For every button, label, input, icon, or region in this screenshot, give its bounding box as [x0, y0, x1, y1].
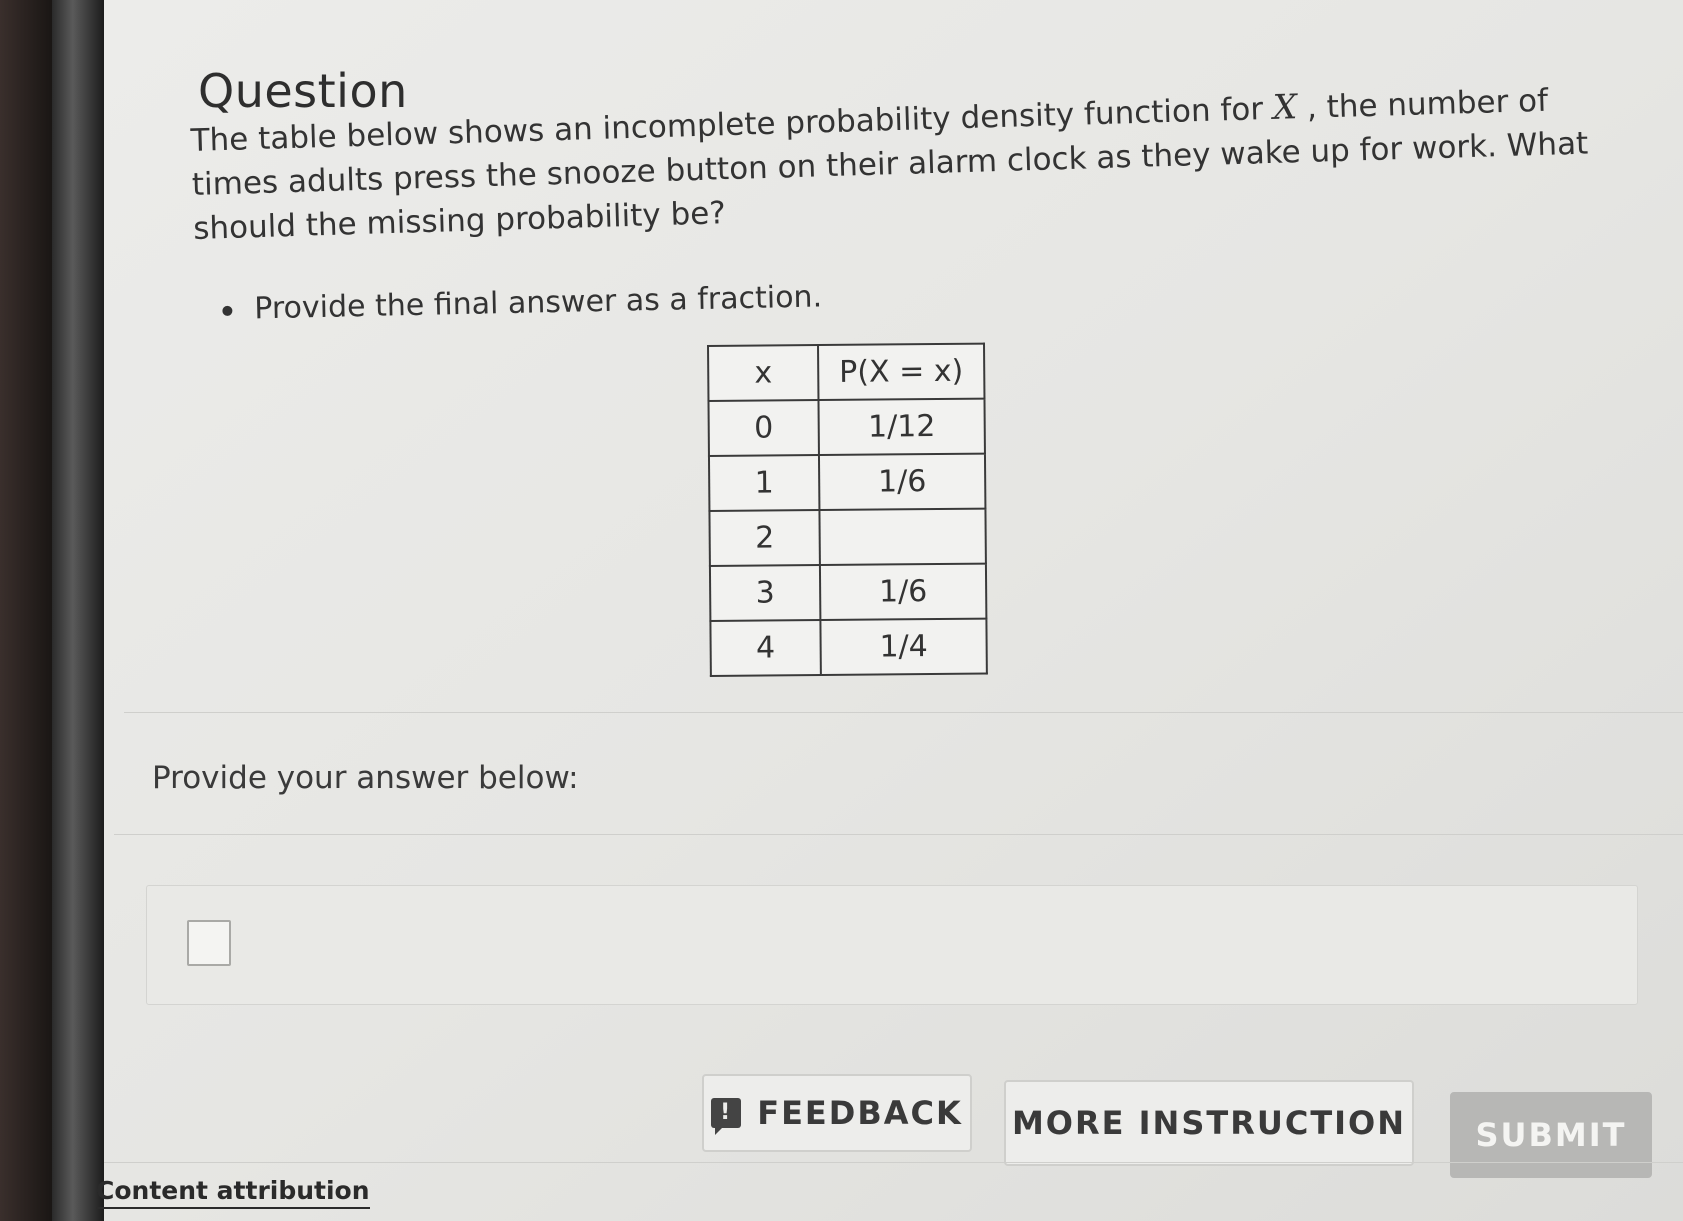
section-divider	[114, 834, 1683, 835]
answer-input[interactable]	[187, 920, 231, 966]
more-instruction-button[interactable]: MORE INSTRUCTION	[1004, 1080, 1414, 1166]
table-cell-x: 0	[708, 400, 819, 456]
table-cell-probability-missing	[819, 508, 986, 566]
table-row: 1 1/6	[708, 453, 986, 511]
feedback-label: FEEDBACK	[757, 1094, 963, 1132]
probability-table: x P(X = x) 0 1/12 1 1/6 2 3 1/6 4 1/4	[707, 342, 988, 677]
table-cell-x: 3	[709, 565, 821, 621]
question-title: Question	[198, 64, 408, 118]
table-cell-probability: 1/6	[819, 563, 987, 621]
feedback-icon: !	[711, 1098, 742, 1135]
submit-label: SUBMIT	[1475, 1116, 1627, 1154]
more-instruction-label: MORE INSTRUCTION	[1011, 1104, 1407, 1142]
table-row: 3 1/6	[709, 563, 987, 621]
table-header-row: x P(X = x)	[708, 343, 985, 401]
table-cell-probability: 1/4	[820, 618, 987, 676]
submit-button[interactable]: SUBMIT	[1450, 1092, 1652, 1178]
question-screen: Question The table below shows an incomp…	[104, 0, 1683, 1221]
table-row: 0 1/12	[708, 398, 985, 456]
instruction-text: Provide the final answer as a fraction.	[253, 279, 823, 327]
section-divider	[124, 712, 1683, 713]
bullet-dot-icon	[222, 305, 233, 316]
instruction-bullet: Provide the final answer as a fraction.	[222, 279, 822, 327]
table-cell-probability: 1/12	[818, 398, 985, 456]
random-variable: X	[1272, 87, 1298, 128]
table-header-x: x	[708, 345, 819, 401]
content-attribution-link[interactable]: Content attribution	[96, 1176, 370, 1209]
table-row: 4 1/4	[710, 618, 987, 676]
table-row: 2	[709, 508, 986, 566]
table-cell-x: 2	[709, 510, 820, 566]
table-header-probability: P(X = x)	[818, 343, 985, 401]
table-cell-x: 4	[710, 620, 821, 676]
answer-area	[146, 885, 1638, 1005]
table-cell-x: 1	[708, 455, 820, 511]
feedback-button[interactable]: ! FEEDBACK	[702, 1074, 972, 1152]
footer-divider	[104, 1162, 1683, 1163]
answer-prompt: Provide your answer below:	[152, 760, 579, 796]
table-cell-probability: 1/6	[818, 453, 986, 511]
device-bezel-edge	[52, 0, 104, 1221]
